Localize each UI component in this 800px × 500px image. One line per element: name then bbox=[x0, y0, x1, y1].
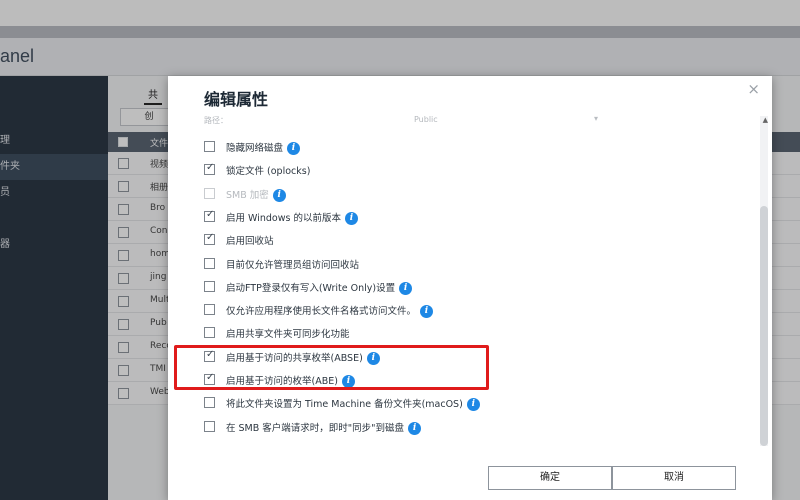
option-label: SMB 加密 i bbox=[226, 187, 286, 202]
path-select[interactable]: Public bbox=[414, 115, 438, 124]
option-text: 启动FTP登录仅有写入(Write Only)设置 bbox=[226, 282, 396, 294]
info-icon[interactable]: i bbox=[399, 281, 413, 295]
option-row: 锁定文件 (oplocks) bbox=[204, 161, 724, 179]
option-label: 锁定文件 (oplocks) bbox=[226, 163, 310, 177]
checkbox-unchecked[interactable] bbox=[204, 420, 215, 432]
option-label: 在 SMB 客户端请求时，即时"同步"到磁盘 i bbox=[226, 420, 422, 435]
option-label: 仅允许应用程序使用长文件名格式访问文件。 i bbox=[226, 303, 434, 319]
option-row: 启用基于访问的枚举(ABE)i bbox=[204, 371, 724, 389]
checkbox-unchecked[interactable] bbox=[204, 327, 215, 339]
ok-button[interactable]: 确定 bbox=[488, 466, 612, 490]
option-label: 启动FTP登录仅有写入(Write Only)设置 i bbox=[226, 280, 413, 295]
checkbox-checked[interactable] bbox=[204, 372, 215, 385]
dialog-title: 编辑属性 bbox=[204, 90, 269, 109]
option-label: 启用 Windows 的以前版本 i bbox=[226, 210, 358, 225]
info-icon[interactable]: i bbox=[287, 142, 301, 155]
checkbox-unchecked[interactable] bbox=[204, 257, 215, 269]
option-text: 仅允许应用程序使用长文件名格式访问文件。 bbox=[226, 306, 417, 318]
option-label: 启用基于访问的共享枚举(ABSE) i bbox=[226, 350, 380, 365]
info-icon[interactable]: i bbox=[366, 351, 380, 365]
close-icon[interactable]: × bbox=[747, 80, 760, 98]
option-text: 启用基于访问的枚举(ABE) bbox=[226, 376, 338, 387]
option-text: 锁定文件 (oplocks) bbox=[226, 166, 311, 178]
checkbox-unchecked[interactable] bbox=[204, 141, 215, 152]
scrollbar-thumb[interactable] bbox=[760, 206, 768, 446]
checkbox-unchecked bbox=[204, 187, 215, 199]
info-icon[interactable]: i bbox=[344, 211, 358, 225]
option-row: 隐藏网络磁盘 i bbox=[204, 138, 724, 156]
option-text: 在 SMB 客户端请求时，即时"同步"到磁盘 bbox=[226, 422, 405, 434]
option-row: 仅允许应用程序使用长文件名格式访问文件。 i bbox=[204, 301, 724, 319]
option-label: 启用共享文件夹可同步化功能 bbox=[226, 326, 350, 340]
option-row: 启动FTP登录仅有写入(Write Only)设置 i bbox=[204, 278, 724, 296]
option-row: 启用 Windows 的以前版本i bbox=[204, 208, 724, 226]
option-row: 目前仅允许管理员组访问回收站 bbox=[204, 255, 724, 273]
option-text: 目前仅允许管理员组访问回收站 bbox=[226, 259, 360, 271]
path-row: 路径： Public ▾ bbox=[204, 114, 764, 128]
option-row: 在 SMB 客户端请求时，即时"同步"到磁盘 i bbox=[204, 418, 724, 436]
checkbox-unchecked[interactable] bbox=[204, 280, 215, 292]
option-row: 将此文件夹设置为 Time Machine 备份文件夹(macOS) i bbox=[204, 394, 724, 412]
option-text: 将此文件夹设置为 Time Machine 备份文件夹(macOS) bbox=[226, 399, 463, 411]
info-icon[interactable]: i bbox=[272, 188, 286, 202]
checkbox-checked[interactable] bbox=[204, 232, 215, 246]
path-label: 路径： bbox=[204, 116, 228, 125]
option-text: 启用共享文件夹可同步化功能 bbox=[226, 329, 350, 341]
option-label: 目前仅允许管理员组访问回收站 bbox=[226, 257, 359, 271]
info-icon[interactable]: i bbox=[420, 305, 434, 319]
option-text: 启用基于访问的共享枚举(ABSE) bbox=[226, 352, 363, 364]
option-text: 启用 Windows 的以前版本 bbox=[226, 212, 341, 224]
option-label: 启用回收站 bbox=[226, 233, 274, 247]
option-text: 隐藏网络磁盘 bbox=[226, 143, 284, 154]
checkbox-unchecked[interactable] bbox=[204, 397, 215, 409]
option-row: 启用回收站 bbox=[204, 231, 724, 249]
option-row: SMB 加密 i bbox=[204, 185, 724, 203]
option-text: SMB 加密 bbox=[226, 189, 269, 201]
checkbox-unchecked[interactable] bbox=[204, 304, 215, 316]
option-label: 将此文件夹设置为 Time Machine 备份文件夹(macOS) i bbox=[226, 396, 480, 412]
option-label: 隐藏网络磁盘 i bbox=[226, 140, 301, 155]
checkbox-checked[interactable] bbox=[204, 162, 215, 176]
chevron-down-icon[interactable]: ▾ bbox=[594, 114, 598, 123]
checkbox-checked[interactable] bbox=[204, 349, 215, 362]
info-icon[interactable]: i bbox=[466, 398, 480, 412]
option-row: 启用共享文件夹可同步化功能 bbox=[204, 324, 724, 342]
info-icon[interactable]: i bbox=[341, 375, 355, 388]
option-label: 启用基于访问的枚举(ABE) i bbox=[226, 373, 355, 388]
cancel-button[interactable]: 取消 bbox=[612, 466, 736, 490]
option-row: 启用基于访问的共享枚举(ABSE)i bbox=[204, 348, 724, 366]
edit-properties-dialog: 编辑属性 × 路径： Public ▾ 隐藏网络磁盘i锁定文件 (oplocks… bbox=[168, 76, 772, 500]
option-text: 启用回收站 bbox=[226, 236, 274, 248]
scroll-up-icon[interactable]: ▲ bbox=[763, 116, 768, 124]
info-icon[interactable]: i bbox=[408, 421, 422, 435]
checkbox-checked[interactable] bbox=[204, 209, 215, 222]
